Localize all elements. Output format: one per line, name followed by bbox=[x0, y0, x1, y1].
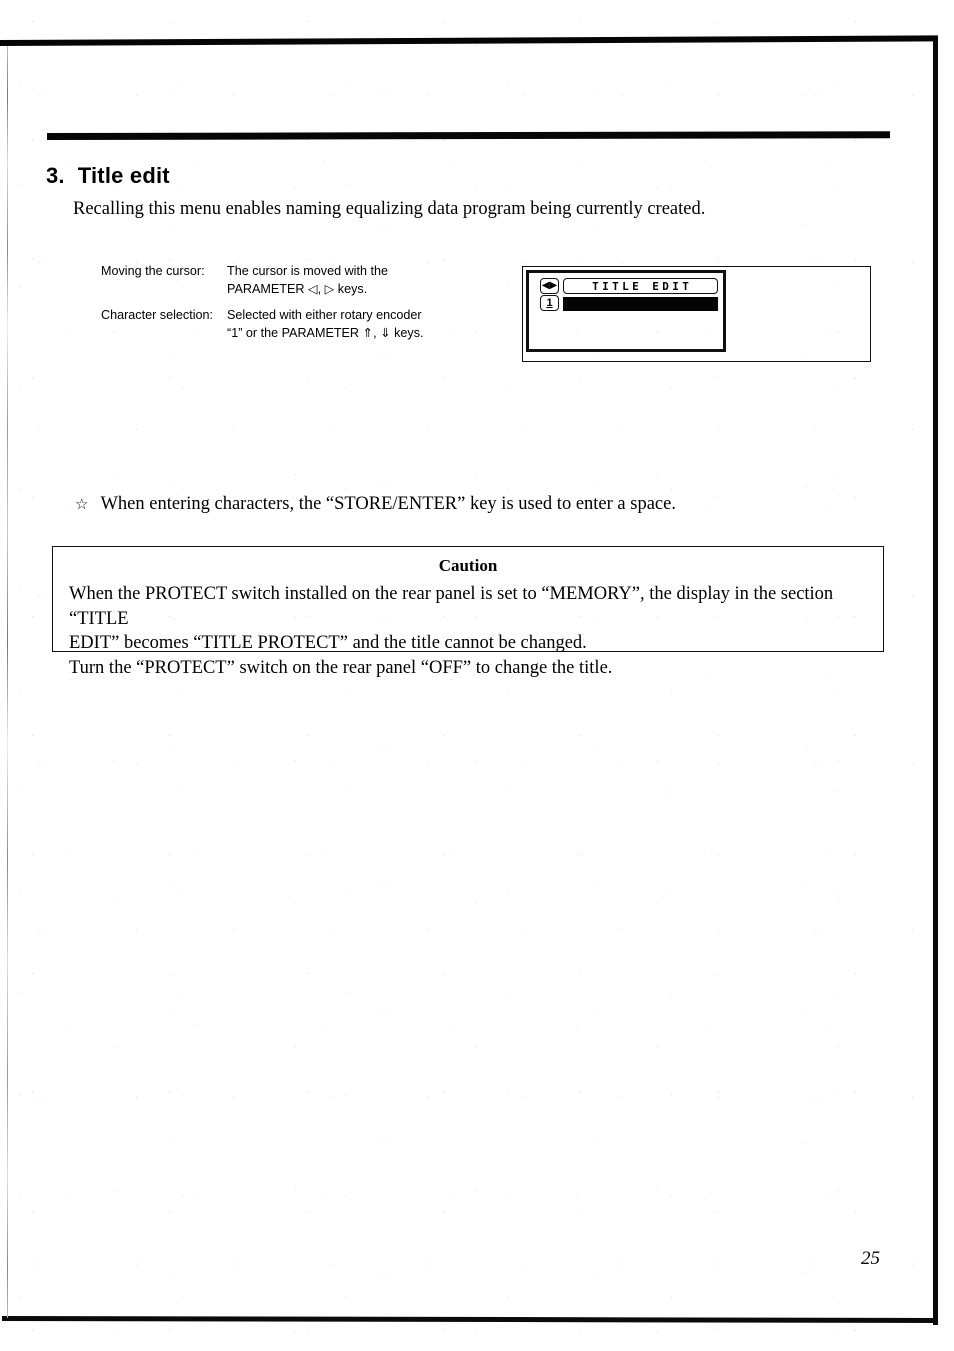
lcd-menu-title-text: TITLE EDIT bbox=[592, 279, 693, 293]
section-title: Title edit bbox=[77, 163, 170, 188]
page-number: 25 bbox=[861, 1248, 880, 1269]
lcd-figure: ◀▶ 1 TITLE EDIT bbox=[522, 266, 871, 362]
lcd-title-entry-field bbox=[563, 297, 718, 311]
left-right-arrow-icon: ◀▶ bbox=[540, 278, 559, 294]
scan-edge-left bbox=[7, 46, 8, 1318]
caution-line: Turn the “PROTECT” switch on the rear pa… bbox=[69, 657, 613, 678]
section-number: 3. bbox=[46, 163, 65, 188]
encoder-number-badge: 1 bbox=[540, 295, 559, 311]
instruction-value: The cursor is moved with the PARAMETER ◁… bbox=[227, 263, 424, 299]
lcd-screen-panel: ◀▶ 1 TITLE EDIT bbox=[526, 270, 726, 352]
instruction-list: Moving the cursor: The cursor is moved w… bbox=[101, 263, 424, 343]
caution-box: Caution When the PROTECT switch installe… bbox=[52, 546, 884, 678]
lcd-menu-title: TITLE EDIT bbox=[563, 278, 718, 294]
note-text: When entering characters, the “STORE/ENT… bbox=[100, 494, 676, 514]
instruction-value-line: The cursor is moved with the bbox=[227, 264, 388, 278]
caution-line: When the PROTECT switch installed on the… bbox=[69, 584, 834, 629]
star-icon: ☆ bbox=[75, 495, 89, 513]
instruction-row-moving-cursor: Moving the cursor: The cursor is moved w… bbox=[101, 263, 424, 299]
note-line: ☆ When entering characters, the “STORE/E… bbox=[75, 492, 885, 516]
caution-body: When the PROTECT switch installed on the… bbox=[69, 582, 865, 680]
scan-edge-right bbox=[933, 40, 938, 1325]
scan-edge-bottom bbox=[1, 1316, 937, 1323]
instruction-value-line: “1” or the PARAMETER ⇑, ⇓ keys. bbox=[227, 325, 424, 340]
page-title: 3. Title edit bbox=[46, 163, 170, 189]
caution-title: Caution bbox=[438, 556, 498, 575]
instruction-value: Selected with either rotary encoder “1” … bbox=[227, 307, 424, 343]
instruction-label: Character selection: bbox=[101, 307, 213, 322]
instruction-label: Moving the cursor: bbox=[101, 264, 205, 278]
caution-line: EDIT” becomes “TITLE PROTECT” and the ti… bbox=[69, 633, 587, 654]
instruction-row-character-selection: Character selection: Selected with eithe… bbox=[101, 307, 424, 343]
instruction-value-line: Selected with either rotary encoder bbox=[227, 307, 422, 322]
heading-rule bbox=[46, 131, 891, 140]
section-lead-paragraph: Recalling this menu enables naming equal… bbox=[73, 199, 706, 219]
lcd-badge-group: ◀▶ 1 bbox=[540, 278, 559, 312]
scan-edge-top bbox=[0, 35, 939, 46]
instruction-value-line: PARAMETER ◁, ▷ keys. bbox=[227, 281, 368, 296]
